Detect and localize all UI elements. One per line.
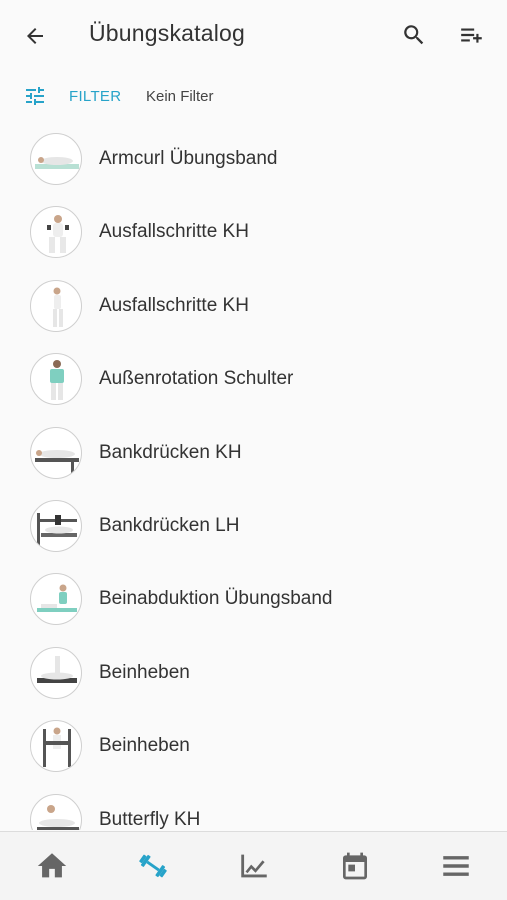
filter-status: Kein Filter [146, 88, 214, 105]
chart-icon [241, 854, 267, 878]
exercise-name: Außenrotation Schulter [99, 368, 294, 390]
menu-icon [443, 856, 469, 876]
exercise-name: Beinabduktion Übungsband [99, 588, 333, 610]
app-bar: Übungskatalog [0, 0, 507, 72]
exercise-thumbnail [30, 573, 82, 626]
exercise-thumbnail [30, 279, 82, 332]
exercise-thumbnail [30, 133, 82, 185]
exercise-thumbnail [30, 646, 82, 699]
tune-icon[interactable] [22, 84, 48, 108]
arrow-left-icon [27, 28, 43, 44]
list-item[interactable]: Ausfallschritte KH [0, 270, 507, 343]
nav-home-button[interactable] [34, 848, 70, 884]
exercise-list: Armcurl Übungsband Ausfallschritte KH Au [0, 123, 507, 830]
add-exercise-button[interactable] [455, 20, 489, 50]
back-button[interactable] [18, 20, 52, 52]
exercise-name: Butterfly KH [99, 808, 201, 830]
home-icon [37, 853, 67, 878]
nav-exercises-button[interactable] [135, 848, 171, 884]
nav-calendar-button[interactable] [337, 848, 373, 884]
exercise-name: Beinheben [99, 661, 190, 683]
exercise-name: Armcurl Übungsband [99, 148, 278, 169]
nav-statistics-button[interactable] [236, 848, 272, 884]
list-item[interactable]: Beinheben [0, 637, 507, 710]
bottom-navigation [0, 831, 507, 900]
search-icon [404, 25, 424, 45]
exercise-thumbnail [30, 499, 82, 552]
nav-menu-button[interactable] [438, 848, 474, 884]
list-item[interactable]: Bankdrücken LH [0, 490, 507, 563]
exercise-thumbnail [30, 720, 82, 773]
filter-bar: FILTER Kein Filter [0, 76, 507, 116]
exercise-thumbnail [30, 353, 82, 406]
exercise-name: Bankdrücken LH [99, 514, 240, 536]
exercise-thumbnail [30, 793, 82, 830]
list-item[interactable]: Beinheben [0, 710, 507, 783]
page-title: Übungskatalog [89, 20, 246, 46]
search-button[interactable] [399, 20, 429, 50]
exercise-thumbnail [30, 426, 82, 479]
list-item[interactable]: Bankdrücken KH [0, 417, 507, 490]
list-item[interactable]: Beinabduktion Übungsband [0, 563, 507, 636]
exercise-name: Ausfallschritte KH [99, 221, 249, 243]
exercise-name: Bankdrücken KH [99, 441, 242, 463]
list-item[interactable]: Armcurl Übungsband [0, 123, 507, 196]
dumbbell-icon [139, 854, 167, 878]
filter-button[interactable]: FILTER [69, 88, 121, 105]
exercise-name: Beinheben [99, 735, 190, 757]
calendar-icon [343, 852, 367, 880]
playlist-add-icon [461, 28, 482, 43]
exercise-name: Ausfallschritte KH [99, 294, 249, 316]
list-item[interactable]: Butterfly KH [0, 784, 507, 830]
list-item[interactable]: Ausfallschritte KH [0, 196, 507, 269]
list-item[interactable]: Außenrotation Schulter [0, 343, 507, 416]
exercise-thumbnail [30, 206, 82, 259]
